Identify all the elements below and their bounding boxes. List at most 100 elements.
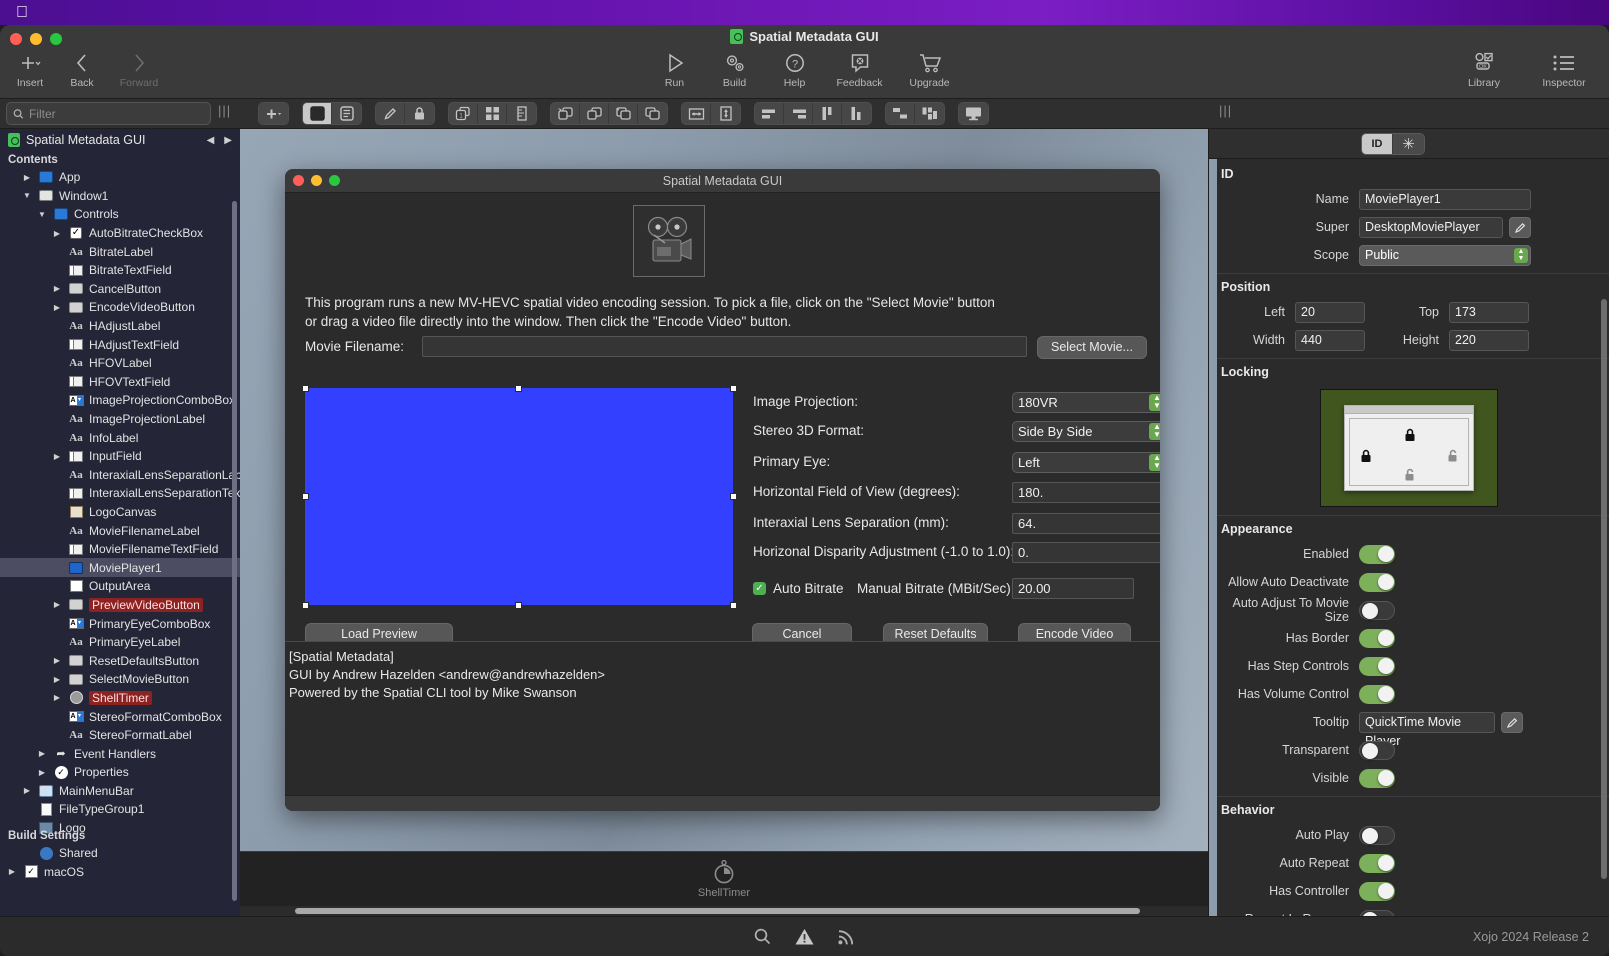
toggle-enabled[interactable] xyxy=(1359,544,1395,564)
tree-twisty[interactable]: ▶ xyxy=(21,173,33,182)
project-navigator-sidebar[interactable]: Spatial Metadata GUI ◀ ▶ Contents ▶ App … xyxy=(0,129,240,929)
tree-item-outputarea[interactable]: OutputArea xyxy=(0,577,240,596)
move-forward-icon[interactable] xyxy=(580,103,609,124)
align-right-icon[interactable] xyxy=(784,103,813,124)
form-combo-0[interactable]: 180VR ▲ ▼ xyxy=(1012,392,1160,413)
tree-twisty[interactable]: ▶ xyxy=(51,693,63,702)
tree-item-hfovtextfield[interactable]: HFOVTextField xyxy=(0,373,240,392)
tree-item-logocanvas[interactable]: LogoCanvas xyxy=(0,503,240,522)
screen-size-icon[interactable] xyxy=(959,103,988,124)
resize-handle-bc[interactable] xyxy=(515,602,522,609)
tree-twisty[interactable]: ▶ xyxy=(51,452,63,461)
tree-twisty[interactable]: ▶ xyxy=(36,749,48,758)
resize-handle-mr[interactable] xyxy=(730,493,737,500)
tree-item-shelltimer[interactable]: ▶ ShellTimer xyxy=(0,689,240,708)
auto-bitrate-checkbox[interactable]: ✓ xyxy=(753,582,766,595)
build-settings-tree[interactable]: Shared ▶ ✓ macOS xyxy=(0,844,240,881)
tree-item-movieplayer1[interactable]: MoviePlayer1 xyxy=(0,558,240,578)
tree-item-resetdefaultsbutton[interactable]: ▶ ResetDefaultsButton xyxy=(0,651,240,670)
tree-item-bitratelabel[interactable]: Aa BitrateLabel xyxy=(0,242,240,261)
shelf-item-shelltimer[interactable]: ShellTimer xyxy=(698,859,750,899)
distribute-vertical-icon[interactable] xyxy=(915,103,944,124)
tree-twisty[interactable]: ▶ xyxy=(51,656,63,665)
toggle-auto-adjust-to-movie-size[interactable] xyxy=(1359,600,1395,620)
field-width[interactable]: 440 xyxy=(1295,329,1365,351)
align-front-icon[interactable] xyxy=(551,103,580,124)
tree-twisty[interactable]: ▶ xyxy=(36,768,48,777)
search-input[interactable] xyxy=(29,106,204,121)
project-tree[interactable]: ▶ App ▼ Window1 ▼ Controls ▶ ✓ AutoBitra… xyxy=(0,168,240,837)
toolbar-button-run[interactable]: Run xyxy=(649,51,701,89)
tree-item-event-handlers[interactable]: ▶ ➦ Event Handlers xyxy=(0,744,240,763)
align-left-icon[interactable] xyxy=(755,103,784,124)
align-top-icon[interactable] xyxy=(813,103,842,124)
scrollbar-thumb[interactable] xyxy=(295,908,1140,914)
auto-bitrate-row[interactable]: ✓ Auto Bitrate xyxy=(753,581,844,596)
tree-item-interaxiallensseparationtex[interactable]: InteraxialLensSeparationTex… xyxy=(0,484,240,503)
field-super[interactable]: DesktopMoviePlayer xyxy=(1359,216,1503,238)
inspector-tab-group[interactable]: ID ✳ xyxy=(1361,133,1425,155)
layout-list-icon[interactable] xyxy=(332,103,361,124)
pencil-icon[interactable] xyxy=(376,103,405,124)
tree-item-window1[interactable]: ▼ Window1 xyxy=(0,187,240,206)
design-window-body[interactable]: This program runs a new MV-HEVC spatial … xyxy=(285,193,1160,811)
tree-twisty[interactable]: ▼ xyxy=(36,210,48,219)
tree-twisty[interactable]: ▶ xyxy=(51,600,63,609)
output-textarea[interactable]: [Spatial Metadata] GUI by Andrew Hazelden… xyxy=(285,641,1160,809)
tree-twisty[interactable]: ▶ xyxy=(51,229,63,238)
chevron-updown-icon[interactable]: ▲ ▼ xyxy=(1149,423,1160,440)
inspector-scrollbar[interactable] xyxy=(1601,299,1607,879)
lock-closed-icon[interactable] xyxy=(1359,449,1373,468)
resize-handle-bl[interactable] xyxy=(302,602,309,609)
toolbar-button-build[interactable]: Build xyxy=(709,51,761,89)
filter-search-box[interactable] xyxy=(6,102,211,125)
field-left[interactable]: 20 xyxy=(1295,301,1365,323)
resize-handle-br[interactable] xyxy=(730,602,737,609)
tree-item-previewvideobutton[interactable]: ▶ PreviewVideoButton xyxy=(0,596,240,615)
design-window-preview[interactable]: Spatial Metadata GUI This program runs a… xyxy=(285,169,1160,811)
tree-item-shared[interactable]: Shared xyxy=(0,844,240,863)
gear-asterisk-icon[interactable]: ✳ xyxy=(1393,134,1424,154)
apple-logo-icon[interactable]:  xyxy=(14,0,42,25)
toolbar-button-feedback[interactable]: Feedback xyxy=(829,51,891,89)
tree-item-selectmoviebutton[interactable]: ▶ SelectMovieButton xyxy=(0,670,240,689)
tree-twisty[interactable]: ▶ xyxy=(51,303,63,312)
form-field-4[interactable]: 64. xyxy=(1012,513,1160,534)
toolbar-button-inspector[interactable]: Inspector xyxy=(1533,51,1595,89)
manual-bitrate-textfield[interactable]: 20.00 xyxy=(1012,578,1134,599)
tree-item-controls[interactable]: ▼ Controls xyxy=(0,205,240,224)
tree-item-primaryeyecombobox[interactable]: A ▾ PrimaryEyeComboBox xyxy=(0,614,240,633)
tree-item-properties[interactable]: ▶ ✓ Properties xyxy=(0,763,240,782)
field-height[interactable]: 220 xyxy=(1449,329,1529,351)
toggle-allow-auto-deactivate[interactable] xyxy=(1359,572,1395,592)
tree-item-mainmenubar[interactable]: ▶ MainMenuBar xyxy=(0,782,240,801)
ruler-icon[interactable] xyxy=(507,103,536,124)
tree-item-filetypegroup1[interactable]: FileTypeGroup1 xyxy=(0,800,240,819)
toggle-auto-play[interactable] xyxy=(1359,825,1395,845)
inspector-panel[interactable]: ID Name MoviePlayer1 Super DesktopMoviePlaye… xyxy=(1208,129,1609,916)
form-field-3[interactable]: 180. xyxy=(1012,482,1160,503)
tree-item-inputfield[interactable]: ▶ InputField xyxy=(0,447,240,466)
lock-icon[interactable] xyxy=(405,103,434,124)
warning-icon[interactable] xyxy=(794,927,815,946)
tree-twisty[interactable]: ▶ xyxy=(51,284,63,293)
tab-id[interactable]: ID xyxy=(1362,134,1393,154)
tree-item-cancelbutton[interactable]: ▶ CancelButton xyxy=(0,280,240,299)
tree-item-app[interactable]: ▶ App xyxy=(0,168,240,187)
tree-twisty[interactable]: ▼ xyxy=(21,191,33,200)
tree-item-stereoformatlabel[interactable]: Aa StereoFormatLabel xyxy=(0,726,240,745)
resize-handle-tl[interactable] xyxy=(302,385,309,392)
toggle-has-step-controls[interactable] xyxy=(1359,656,1395,676)
layer-order-icon[interactable]: 1 xyxy=(449,103,478,124)
movieplayer-control[interactable] xyxy=(305,388,733,605)
locking-diagram[interactable] xyxy=(1320,389,1498,507)
form-field-5[interactable]: 0. xyxy=(1012,542,1160,563)
form-combo-1[interactable]: Side By Side ▲ ▼ xyxy=(1012,421,1160,442)
combo-scope[interactable]: Public ▲ ▼ xyxy=(1359,244,1531,266)
tree-item-infolabel[interactable]: Aa InfoLabel xyxy=(0,428,240,447)
lock-open-icon[interactable] xyxy=(1403,468,1417,487)
tree-twisty[interactable]: ▶ xyxy=(51,675,63,684)
tree-twisty[interactable]: ▶ xyxy=(21,786,33,795)
layout-canvas[interactable]: Spatial Metadata GUI This program runs a… xyxy=(240,129,1208,851)
sidebar-resize-grip[interactable]: ||| xyxy=(218,103,231,118)
